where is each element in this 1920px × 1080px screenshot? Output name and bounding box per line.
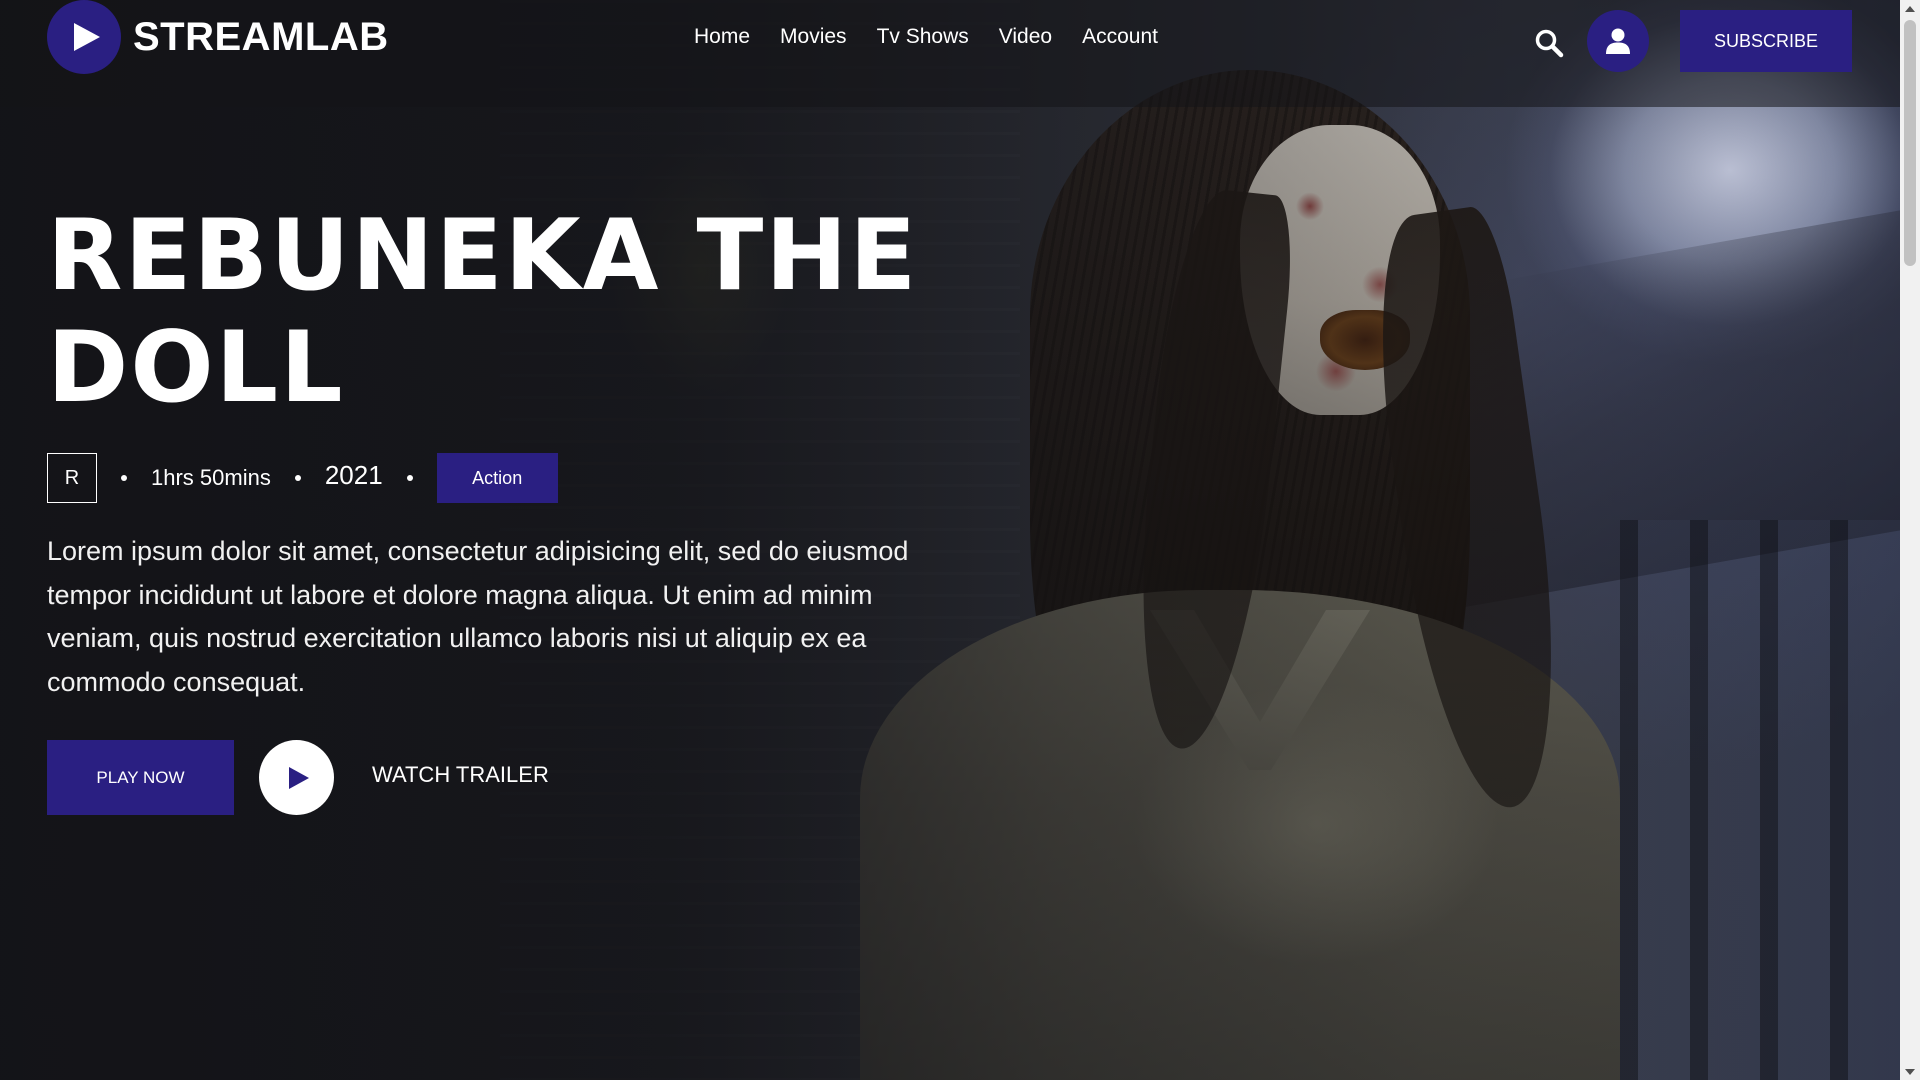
user-icon[interactable] xyxy=(1587,10,1649,72)
watch-trailer-link[interactable]: WATCH TRAILER xyxy=(372,762,549,788)
logo-text: STREAMLAB xyxy=(133,14,389,59)
subscribe-button[interactable]: SUBSCRIBE xyxy=(1680,10,1852,72)
nav-movies[interactable]: Movies xyxy=(780,25,847,49)
meta-separator xyxy=(121,475,127,481)
main-nav: Home Movies Tv Shows Video Account xyxy=(694,25,1158,49)
movie-meta: R 1hrs 50mins 2021 Action xyxy=(47,453,558,503)
scrollbar-thumb[interactable] xyxy=(1904,20,1916,266)
search-icon[interactable] xyxy=(1534,28,1564,58)
nav-account[interactable]: Account xyxy=(1082,25,1158,49)
movie-title-line-1: REBUNEKA THE xyxy=(47,199,919,313)
logo[interactable]: STREAMLAB xyxy=(47,0,389,74)
rating-badge: R xyxy=(47,453,97,503)
site-header: STREAMLAB Home Movies Tv Shows Video Acc… xyxy=(0,0,1900,107)
scroll-up-arrow-icon[interactable] xyxy=(1900,0,1920,17)
meta-separator xyxy=(406,475,413,481)
movie-description: Lorem ipsum dolor sit amet, consectetur … xyxy=(47,536,909,697)
movie-year: 2021 xyxy=(324,459,383,490)
meta-separator xyxy=(294,475,301,481)
movie-duration: 1hrs 50mins xyxy=(151,465,271,490)
scroll-down-arrow-icon[interactable] xyxy=(1900,1063,1920,1080)
nav-tv-shows[interactable]: Tv Shows xyxy=(877,25,969,49)
play-now-button[interactable]: PLAY NOW xyxy=(47,740,234,815)
page-scrollbar[interactable] xyxy=(1900,0,1920,1080)
logo-play-icon xyxy=(47,0,121,74)
nav-home[interactable]: Home xyxy=(694,25,750,49)
movie-title: REBUNEKA THE DOLL xyxy=(47,200,947,424)
genre-badge[interactable]: Action xyxy=(436,453,558,503)
movie-title-line-2: DOLL xyxy=(47,311,345,425)
watch-trailer-play-icon[interactable] xyxy=(259,740,334,815)
nav-video[interactable]: Video xyxy=(999,25,1052,49)
